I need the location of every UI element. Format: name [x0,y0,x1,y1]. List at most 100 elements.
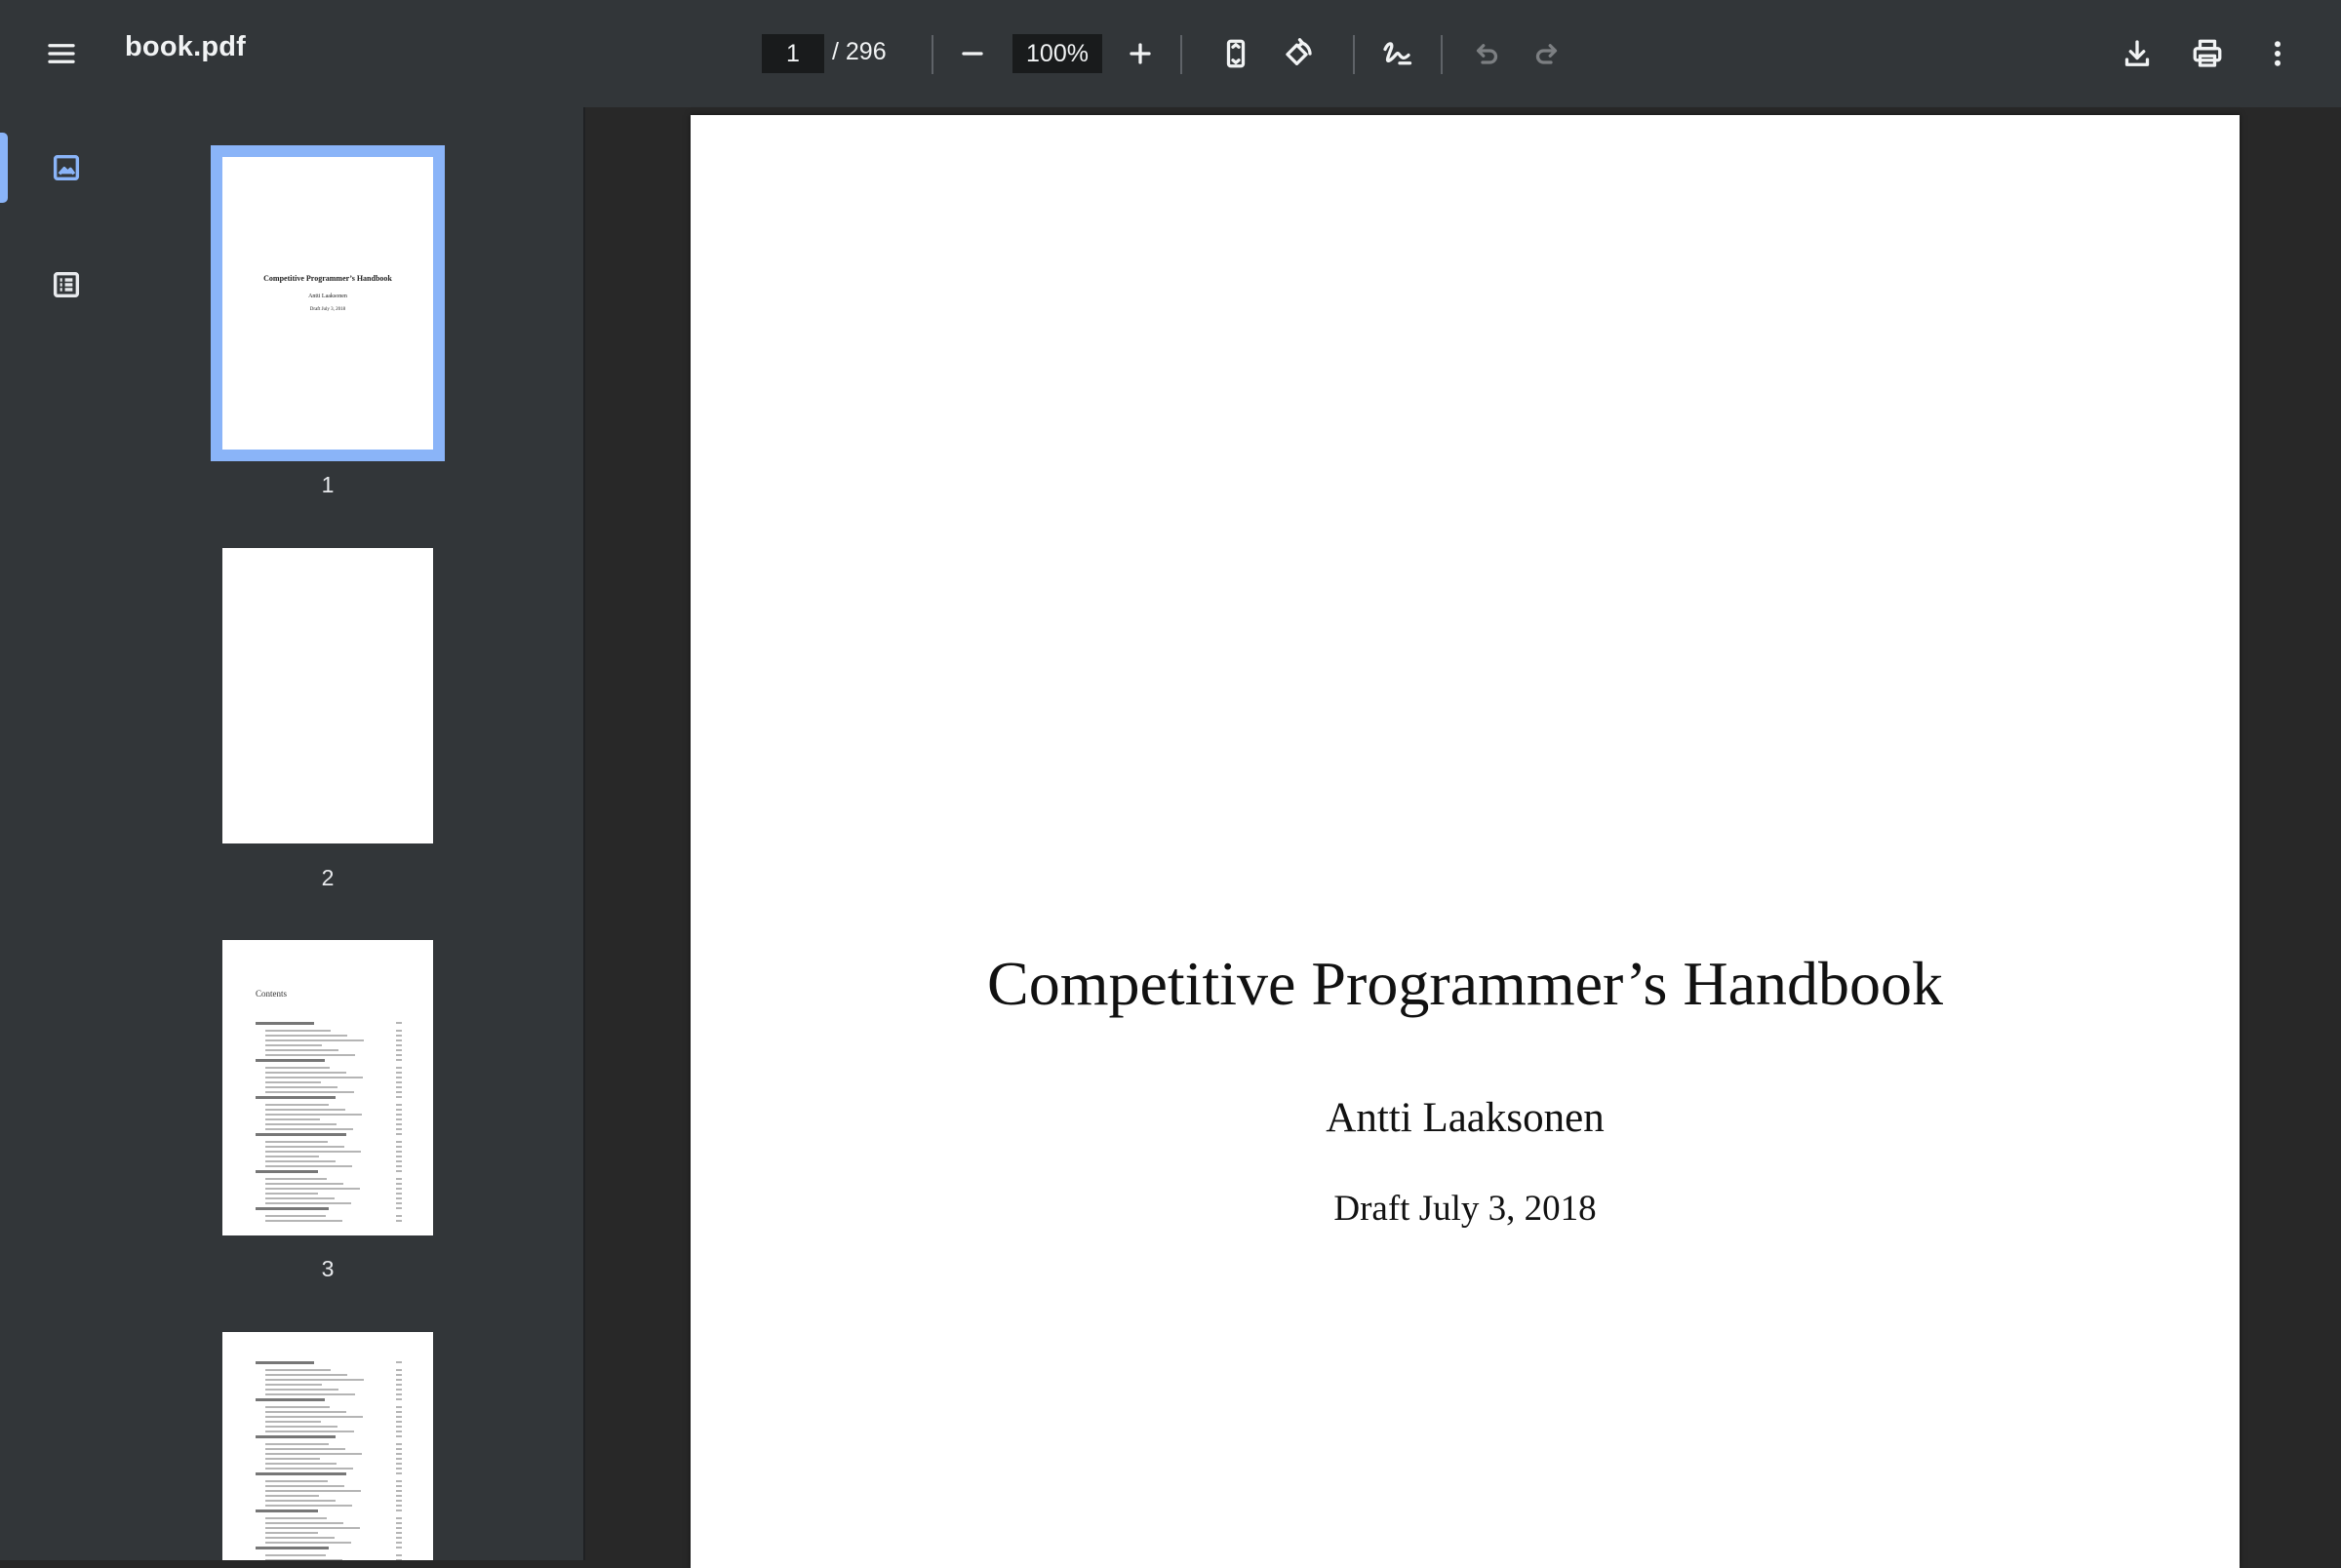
print-button[interactable] [2178,24,2237,83]
thumbnail-toc-page-number [396,1059,402,1061]
thumbnail-toc-page-number [396,1485,402,1487]
download-button[interactable] [2108,24,2166,83]
thumbnail-toc-line [256,1472,346,1475]
toolbar-divider [1441,35,1443,74]
outline-tab[interactable] [35,254,98,316]
thumbnail-toc-line [265,1030,331,1032]
thumbnail-toc-line [256,1170,318,1173]
thumbnail-toc-page-number [396,1156,402,1157]
thumbnail-toc-line [256,1509,318,1512]
zoom-out-button[interactable] [943,24,1002,83]
redo-icon [1535,44,1558,64]
thumbnail-toc-page-number [396,1091,402,1093]
thumbnail-toc-line [265,1114,362,1116]
menu-button[interactable] [32,24,91,83]
thumbnail-toc-page-number [396,1379,402,1381]
page-number-input[interactable] [762,34,824,73]
thumbnail-toc-line [265,1109,345,1111]
thumbnail-toc-page-number [396,1193,402,1195]
redo-button[interactable] [1519,24,1577,83]
thumbnail-toc-page-number [396,1532,402,1534]
thumbnail-toc-page-number [396,1081,402,1083]
thumbnail-toc-line [265,1537,335,1539]
rotate-button[interactable] [1269,24,1328,83]
thumbnail-toc-page-number [396,1416,402,1418]
thumbnail-toc-page-number [396,1522,402,1524]
thumbnail-toc-page-number [396,1398,402,1400]
active-tab-indicator [0,133,8,203]
zoom-input[interactable] [1012,34,1102,73]
file-name: book.pdf [125,31,247,62]
thumbnail-toc-line [265,1443,329,1445]
thumbnail-toc-line [265,1202,351,1204]
thumbnail-toc-page-number [396,1170,402,1172]
thumbnail-toc-line [256,1361,314,1364]
thumbnail-toc-page-number [396,1490,402,1492]
thumbnail-toc-page-number [396,1505,402,1507]
thumbnail-toc-page-number [396,1197,402,1199]
thumbnail-toc-line [265,1554,326,1556]
thumbnail-toc-line [265,1188,360,1190]
hamburger-menu-icon [48,44,75,63]
page-thumbnail[interactable]: Contents [222,940,433,1235]
page-thumbnail[interactable]: Competitive Programmer’s Handbook Antti … [211,145,445,461]
thumbnail-toc-line [265,1406,330,1408]
thumbnail-toc-page-number [396,1421,402,1423]
thumbnail-toc-page-number [396,1133,402,1135]
thumbnail-toc-page-number [396,1453,402,1455]
page-total: / 296 [832,38,887,65]
document-title: Competitive Programmer’s Handbook [987,949,1943,1018]
thumbnail-toc-line [265,1178,327,1180]
thumbnail-toc-line [265,1128,353,1130]
thumbnail-toc-line [256,1435,336,1438]
thumbnail-toc-page-number [396,1146,402,1148]
undo-button[interactable] [1456,24,1515,83]
thumbnail-toc-line [265,1104,329,1106]
thumbnail-toc-page-number [396,1406,402,1408]
thumbnail-toc-line [265,1416,363,1418]
thumbnails-tab[interactable] [35,137,98,199]
thumbnail-toc-page-number [396,1067,402,1069]
fit-to-page-button[interactable] [1207,24,1265,83]
toolbar: book.pdf / 296 [0,0,2341,107]
thumbnail-page-number: 2 [321,865,335,890]
thumbnail-toc-page-number [396,1443,402,1445]
thumbnail-toc-page-number [396,1426,402,1428]
thumbnail-toc-page-number [396,1463,402,1465]
thumbnail-toc-line [265,1426,337,1428]
thumbnail-toc-line [265,1527,360,1529]
thumbnail-toc-page-number [396,1215,402,1217]
thumbnail-toc-line [265,1091,354,1093]
thumbnail-toc-page-number [396,1165,402,1167]
document-viewer[interactable]: Competitive Programmer’s Handbook Antti … [587,107,2341,1568]
thumbnail-page-number: 1 [321,472,335,497]
thumbnail-toc-page-number [396,1361,402,1363]
thumbnail-toc-line [265,1379,364,1381]
page-thumbnail[interactable] [222,1332,433,1560]
thumbnail-toc-page-number [396,1495,402,1497]
image-thumbnail-icon [53,154,80,181]
zoom-in-button[interactable] [1111,24,1170,83]
document-outline-icon [53,271,80,298]
thumbnail-toc-page-number [396,1472,402,1474]
thumbnail-toc-line [256,1059,325,1062]
thumbnail-toc-page-number [396,1468,402,1470]
thumbnail-toc-page-number [396,1207,402,1209]
thumbnail-toc-line [265,1384,322,1386]
undo-icon [1476,44,1498,64]
thumbnail-toc-line [265,1517,327,1519]
thumbnail-toc-page-number [396,1458,402,1460]
thumbnail-toc-line [265,1193,318,1195]
thumbnail-toc-line [265,1123,337,1125]
thumbnail-toc-page-number [396,1393,402,1395]
thumbnail-toc-line [265,1480,328,1482]
annotate-button[interactable] [1368,24,1426,83]
thumbnail-toc-line [256,1022,314,1025]
more-options-button[interactable] [2248,24,2307,83]
thumbnail-toc-line [265,1490,361,1492]
thumbnail-toc-page-number [396,1188,402,1190]
document-author: Antti Laaksonen [1326,1095,1605,1141]
thumbnail-toc-page-number [396,1178,402,1180]
page-thumbnail[interactable] [222,548,433,843]
thumbnail-toc-page-number [396,1104,402,1106]
